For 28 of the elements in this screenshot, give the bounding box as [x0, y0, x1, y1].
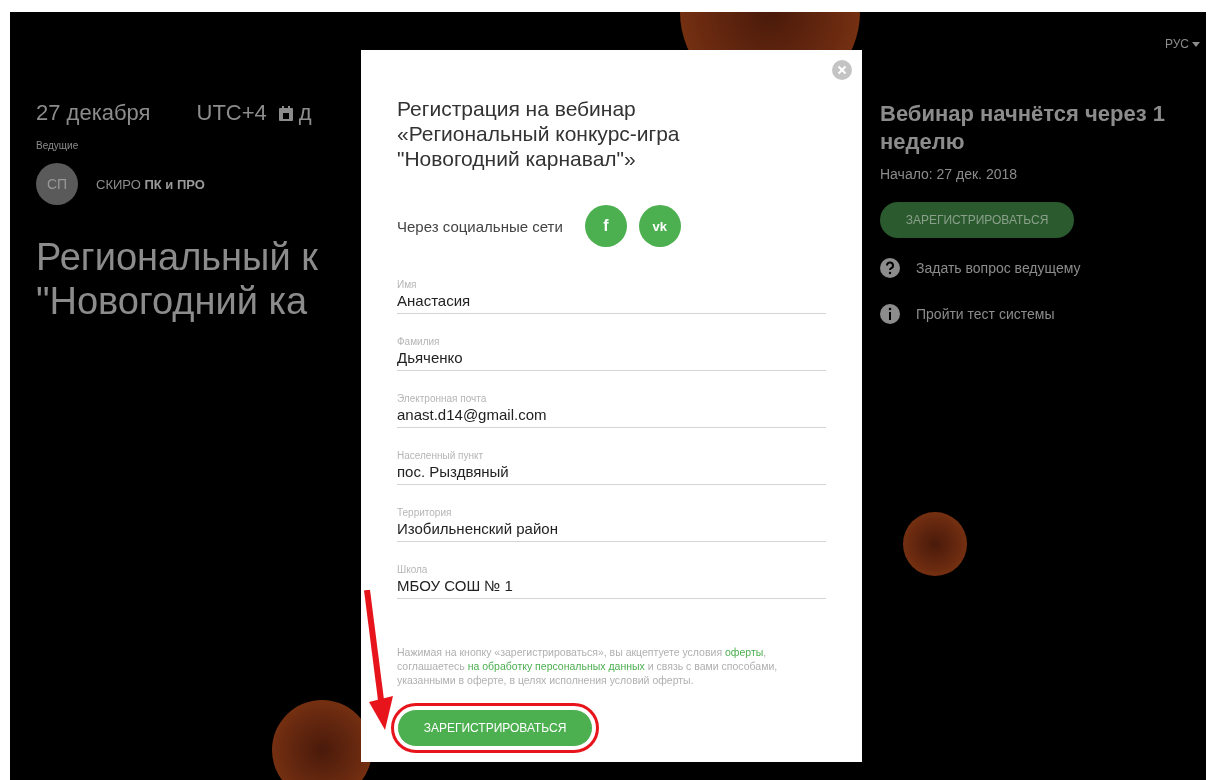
input-field[interactable]: Территория Изобильненский район [397, 497, 826, 542]
info-icon [880, 304, 900, 324]
sidebar-link[interactable]: Пройти тест системы [880, 304, 1186, 324]
input-field[interactable]: Электронная почта anast.d14@gmail.com [397, 383, 826, 428]
language-selector[interactable]: РУС [1164, 34, 1200, 54]
dialog-title: Регистрация на вебинар «Региональный конкурс-игра "Новогодний карнавал"» [397, 96, 681, 171]
question-icon [880, 258, 900, 278]
input-field[interactable]: Школа МБОУ СОШ № 1 [397, 554, 826, 599]
input-field[interactable]: Имя Анастасия [397, 269, 826, 314]
timezone: UTC+4 [196, 100, 267, 126]
input-field[interactable]: Населенный пункт пос. Рыздвяный [397, 440, 826, 485]
close-button[interactable] [832, 60, 852, 80]
consent-notice: Нажимая на кнопку «зарегистрироваться», вы акцептуете условия оферты, соглашаетесь на обработку персональных данных и связь с вами способами, указанными в оферте, в целях исполнения условий оферты. [397, 645, 779, 687]
countdown-heading: Вебинар начнётся через 1 неделю [880, 100, 1166, 156]
input-field[interactable]: Фамилия Дьяченко [397, 326, 826, 371]
calendar-text: д [298, 100, 312, 126]
social-label: Через социальные сети [397, 217, 563, 235]
avatar: СП [36, 163, 78, 205]
host-name: СКИРО ПК и ПРО [96, 176, 205, 192]
calendar-icon [278, 105, 293, 121]
event-title: "Новогодний ка [36, 279, 309, 323]
sidebar-link[interactable]: Задать вопрос ведущему [880, 258, 1186, 278]
event-title: Региональный к [36, 235, 318, 279]
hosts-label: Ведущие [36, 140, 80, 151]
close-icon [832, 60, 852, 80]
event-date: 27 декабря [36, 100, 151, 126]
start-date: Начало: 27 дек. 2018 [880, 166, 1019, 182]
caret-icon [1192, 41, 1200, 47]
